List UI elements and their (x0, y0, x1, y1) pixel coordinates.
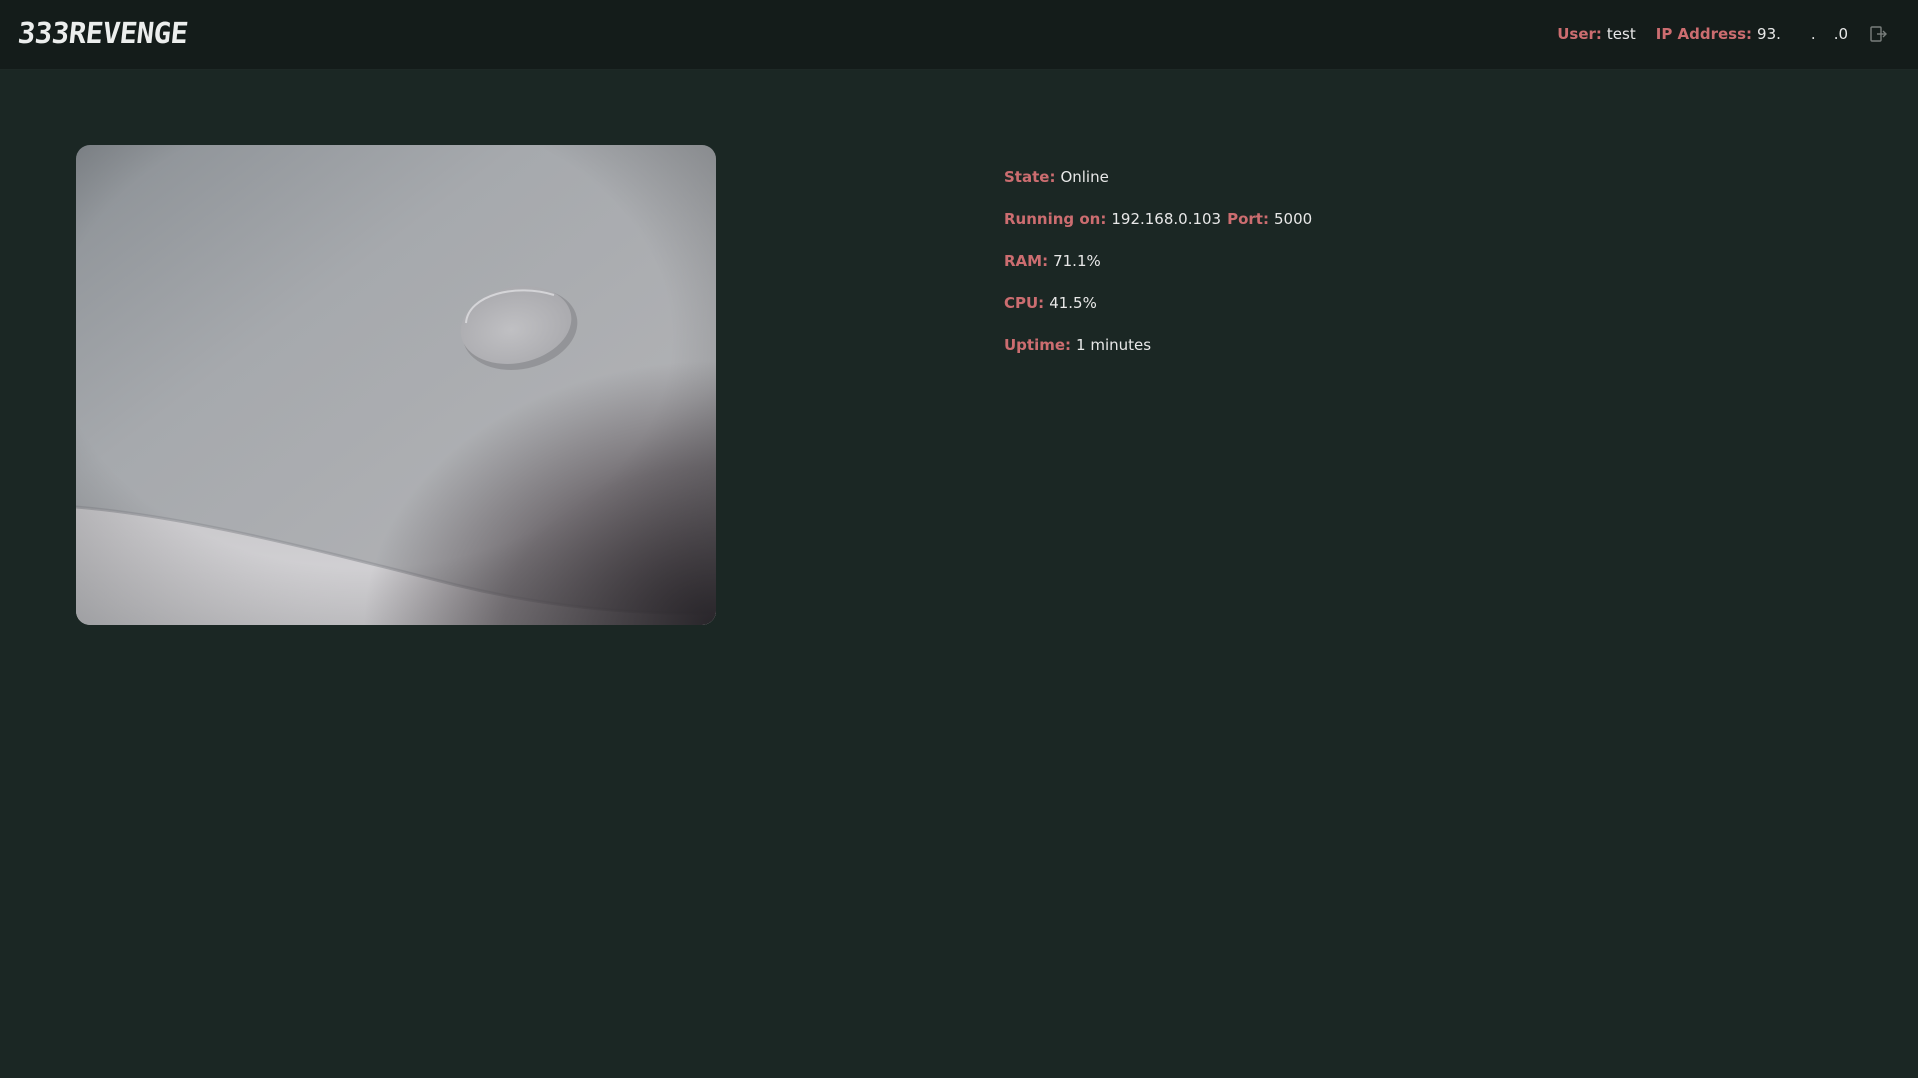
logout-icon[interactable] (1868, 24, 1888, 44)
status-panel: State: Online Running on: 192.168.0.103 … (1004, 167, 1318, 377)
ip-info: IP Address: 93. . .0 (1656, 24, 1848, 44)
ram-value: 71.1% (1053, 252, 1101, 270)
ip-label: IP Address: (1655, 25, 1753, 43)
camera-feed (76, 145, 716, 625)
state-row: State: Online (1004, 167, 1318, 187)
user-info: User: test (1557, 24, 1636, 44)
top-bar: 333REVENGE User: test IP Address: 93. . … (0, 0, 1918, 70)
state-label: State: (1004, 168, 1056, 186)
session-info: User: test IP Address: 93. . .0 (1557, 24, 1888, 44)
cpu-row: CPU: 41.5% (1004, 293, 1318, 313)
logo[interactable]: 333REVENGE (16, 16, 189, 50)
uptime-row: Uptime: 1 minutes (1004, 335, 1318, 355)
ip-value-start: 93. (1757, 25, 1781, 43)
uptime-label: Uptime: (1004, 336, 1072, 354)
running-label: Running on: (1004, 210, 1107, 228)
ram-row: RAM: 71.1% (1004, 251, 1318, 271)
port-label: Port: (1227, 210, 1269, 228)
user-value: test (1606, 25, 1636, 43)
user-label: User: (1557, 25, 1602, 43)
cpu-label: CPU: (1004, 294, 1045, 312)
state-value: Online (1060, 168, 1109, 186)
running-value: 192.168.0.103 (1111, 210, 1222, 228)
running-row: Running on: 192.168.0.103 Port: 5000 (1004, 209, 1318, 229)
port-value: 5000 (1273, 210, 1313, 228)
ip-value-end: .0 (1833, 25, 1848, 43)
ram-label: RAM: (1004, 252, 1049, 270)
uptime-value: 1 minutes (1076, 336, 1152, 354)
cpu-value: 41.5% (1049, 294, 1097, 312)
